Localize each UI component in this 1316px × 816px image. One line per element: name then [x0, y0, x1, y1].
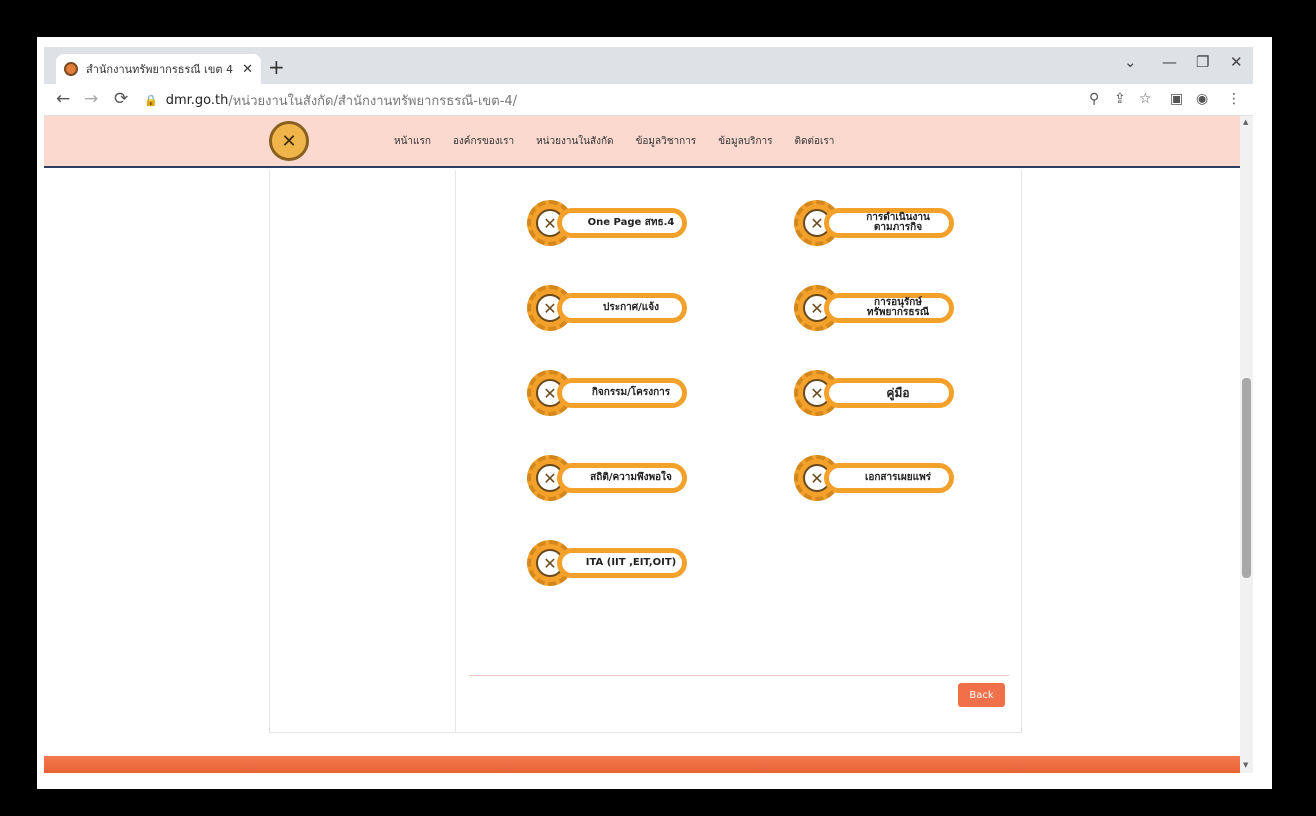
- page-body: ✕ One Page สทธ.4 ✕ การดำเนินงาน ตามภารกิ…: [44, 170, 1240, 760]
- address-bar[interactable]: 🔒 dmr.go.th /หน่วยงานในสังกัด/สำนักงานทร…: [144, 88, 1074, 112]
- url-host: dmr.go.th: [165, 92, 229, 108]
- manual-button[interactable]: ✕ คู่มือ: [794, 370, 954, 416]
- share-icon[interactable]: ⇪: [1114, 91, 1126, 107]
- main-navigation: หน้าแรก องค์กรของเรา หน่วยงานในสังกัด ข้…: [394, 134, 834, 149]
- button-label: เอกสารเผยแพร่: [824, 463, 954, 493]
- profile-avatar-icon[interactable]: ◉: [1196, 91, 1208, 107]
- nav-agencies[interactable]: หน่วยงานในสังกัด: [536, 134, 614, 149]
- minimize-button[interactable]: —: [1162, 53, 1177, 71]
- mission-operations-button[interactable]: ✕ การดำเนินงาน ตามภารกิจ: [794, 200, 954, 246]
- button-label: สถิติ/ความพึงพอใจ: [557, 463, 687, 493]
- scroll-thumb[interactable]: [1242, 378, 1251, 578]
- button-label: การดำเนินงาน ตามภารกิจ: [824, 208, 954, 238]
- site-header: ✕ หน้าแรก องค์กรของเรา หน่วยงานในสังกัด …: [44, 116, 1240, 168]
- button-label: กิจกรรม/โครงการ: [557, 378, 687, 408]
- nav-organization[interactable]: องค์กรของเรา: [453, 134, 514, 149]
- resource-conservation-button[interactable]: ✕ การอนุรักษ์ ทรัพยากรธรณี: [794, 285, 954, 331]
- page-scrollbar[interactable]: ▲ ▼: [1240, 116, 1253, 773]
- button-label: ITA (IIT ,EIT,OIT): [557, 548, 687, 578]
- back-arrow-icon[interactable]: ←: [56, 89, 70, 109]
- browser-tab[interactable]: สำนักงานทรัพยากรธรณี เขต 4 - กรมท ✕: [56, 54, 261, 84]
- tab-strip: สำนักงานทรัพยากรธรณี เขต 4 - กรมท ✕ + ⌄ …: [44, 47, 1253, 84]
- zoom-icon[interactable]: ⚲: [1089, 91, 1099, 107]
- activities-projects-button[interactable]: ✕ กิจกรรม/โครงการ: [527, 370, 687, 416]
- button-label: คู่มือ: [824, 378, 954, 408]
- nav-home[interactable]: หน้าแรก: [394, 134, 431, 149]
- nav-academic-info[interactable]: ข้อมูลวิชาการ: [636, 134, 697, 149]
- dmr-logo-icon[interactable]: ✕: [269, 121, 309, 161]
- browser-toolbar: ← → ⟳ 🔒 dmr.go.th /หน่วยงานในสังกัด/สำนั…: [44, 84, 1253, 116]
- main-content: [456, 170, 1022, 733]
- browser-window: สำนักงานทรัพยากรธรณี เขต 4 - กรมท ✕ + ⌄ …: [44, 47, 1253, 773]
- new-tab-button[interactable]: +: [268, 55, 285, 79]
- menu-kebab-icon[interactable]: ⋮: [1227, 91, 1241, 107]
- forward-arrow-icon[interactable]: →: [84, 89, 98, 109]
- content-divider: [469, 675, 1009, 676]
- button-label: การอนุรักษ์ ทรัพยากรธรณี: [824, 293, 954, 323]
- site-favicon-icon: [64, 62, 78, 76]
- left-sidebar: [269, 170, 456, 733]
- ita-button[interactable]: ✕ ITA (IIT ,EIT,OIT): [527, 540, 687, 586]
- publications-button[interactable]: ✕ เอกสารเผยแพร่: [794, 455, 954, 501]
- one-page-button[interactable]: ✕ One Page สทธ.4: [527, 200, 687, 246]
- announcements-button[interactable]: ✕ ประกาศ/แจ้ง: [527, 285, 687, 331]
- scroll-down-icon[interactable]: ▼: [1243, 761, 1248, 769]
- button-label: One Page สทธ.4: [557, 208, 687, 238]
- back-button[interactable]: Back: [958, 683, 1005, 707]
- close-tab-icon[interactable]: ✕: [242, 62, 253, 77]
- nav-services[interactable]: ข้อมูลบริการ: [718, 134, 772, 149]
- close-window-button[interactable]: ✕: [1230, 53, 1243, 71]
- bookmark-star-icon[interactable]: ☆: [1139, 91, 1152, 107]
- lock-icon: 🔒: [144, 93, 158, 107]
- nav-contact[interactable]: ติดต่อเรา: [795, 134, 835, 149]
- reload-icon[interactable]: ⟳: [114, 89, 128, 109]
- tab-search-icon[interactable]: ⌄: [1124, 53, 1137, 71]
- scroll-up-icon[interactable]: ▲: [1243, 118, 1248, 126]
- statistics-satisfaction-button[interactable]: ✕ สถิติ/ความพึงพอใจ: [527, 455, 687, 501]
- restore-button[interactable]: ❐: [1196, 53, 1209, 71]
- button-label: ประกาศ/แจ้ง: [557, 293, 687, 323]
- side-panel-icon[interactable]: ▣: [1170, 91, 1183, 107]
- footer-band: [44, 756, 1240, 773]
- tab-title: สำนักงานทรัพยากรธรณี เขต 4 - กรมท: [86, 63, 236, 76]
- url-path: /หน่วยงานในสังกัด/สำนักงานทรัพยากรธรณี-เ…: [228, 93, 518, 109]
